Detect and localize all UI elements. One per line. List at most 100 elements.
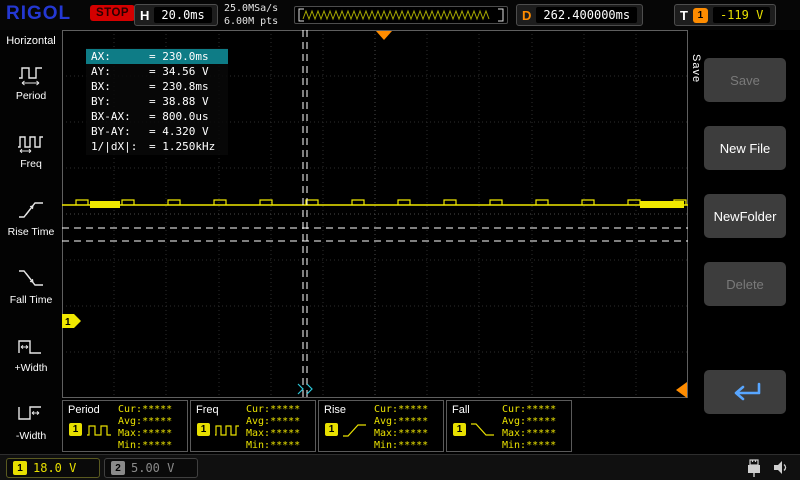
cursor-value: = 1.250kHz	[149, 139, 215, 154]
channel2-badge: 2	[111, 461, 125, 475]
top-status-bar: RIGOL STOP H 20.0ms 25.0MSa/s 6.00M pts …	[0, 0, 800, 30]
cursor-row-inverse-dx: 1/|dX|:= 1.250kHz	[86, 139, 228, 154]
period-glyph-icon	[86, 423, 112, 437]
new-file-button[interactable]: New File	[704, 126, 786, 170]
new-folder-button[interactable]: NewFolder	[704, 194, 786, 238]
run-state-badge[interactable]: STOP	[90, 5, 135, 21]
save-button[interactable]: Save	[704, 58, 786, 102]
softkey-menu: Save Save New File NewFolder Delete	[688, 30, 800, 454]
channel-badge: 1	[325, 423, 338, 436]
channel2-status[interactable]: 2 5.00 V	[104, 458, 198, 478]
menu-item-fall-time[interactable]: Fall Time	[0, 252, 62, 320]
delay-label: D	[522, 8, 531, 23]
channel-badge: 1	[197, 423, 210, 436]
measurement-panel-rise: Rise 1 Cur:***** Avg:***** Max:***** Min…	[318, 400, 444, 452]
channel1-scale: 18.0 V	[33, 461, 76, 475]
measure-cur: Cur:*****	[502, 404, 556, 415]
trigger-source-badge: 1	[693, 8, 708, 23]
minus-width-icon	[16, 402, 46, 426]
freq-glyph-icon	[214, 423, 240, 437]
measure-max: Max:*****	[246, 428, 300, 439]
measure-max: Max:*****	[502, 428, 556, 439]
panel-title: Freq	[196, 404, 219, 416]
channel-badge: 1	[69, 423, 82, 436]
ch1-ground-marker[interactable]: 1	[62, 314, 81, 328]
cursor-row-by: BY:= 38.88 V	[86, 94, 228, 109]
bottom-status-bar: 1 18.0 V 2 5.00 V	[0, 454, 800, 480]
measure-cur: Cur:*****	[246, 404, 300, 415]
fall-glyph-icon	[470, 423, 496, 437]
cursor-row-bx: BX:= 230.8ms	[86, 79, 228, 94]
measure-min: Min:*****	[118, 440, 172, 451]
period-icon	[16, 62, 46, 86]
waveform-preview-strip[interactable]	[294, 6, 508, 24]
measure-cur: Cur:*****	[374, 404, 428, 415]
measure-avg: Avg:*****	[502, 416, 556, 427]
horizontal-ref-marker	[676, 382, 687, 398]
cursor-row-ay: AY:= 34.56 V	[86, 64, 228, 79]
panel-title: Fall	[452, 404, 470, 416]
cursor-row-by-ay: BY-AY:= 4.320 V	[86, 124, 228, 139]
measure-avg: Avg:*****	[374, 416, 428, 427]
measure-menu: Horizontal Period Freq Rise Time	[0, 30, 62, 454]
cursor-measurements-panel: AX:= 230.0ms AY:= 34.56 V BX:= 230.8ms B…	[86, 48, 228, 155]
oscilloscope-screen: RIGOL STOP H 20.0ms 25.0MSa/s 6.00M pts …	[0, 0, 800, 480]
sample-rate: 25.0MSa/s	[224, 2, 278, 15]
panel-title: Rise	[324, 404, 346, 416]
menu-item-freq[interactable]: Freq	[0, 116, 62, 184]
delete-button[interactable]: Delete	[704, 262, 786, 306]
trigger-label: T	[680, 8, 688, 23]
channel-badge: 1	[453, 423, 466, 436]
display-grid: 1 AX:= 230.0ms AY:= 34.56 V BX:= 230.8ms…	[62, 30, 688, 398]
cursor-row-ax: AX:= 230.0ms	[86, 49, 228, 64]
trigger-level-value: -119 V	[713, 7, 770, 23]
cursor-value: = 230.0ms	[149, 49, 209, 64]
cursor-value: = 4.320 V	[149, 124, 209, 139]
horizontal-label: H	[140, 8, 149, 23]
horizontal-scale-value: 20.0ms	[154, 7, 211, 23]
delay-readout[interactable]: D 262.400000ms	[516, 4, 643, 26]
memory-depth: 6.00M pts	[224, 15, 278, 28]
delay-value: 262.400000ms	[536, 7, 637, 23]
usb-icon	[744, 459, 764, 477]
channel1-badge: 1	[13, 461, 27, 475]
measure-min: Min:*****	[246, 440, 300, 451]
measure-min: Min:*****	[374, 440, 428, 451]
freq-icon	[16, 130, 46, 154]
measure-max: Max:*****	[118, 428, 172, 439]
menu-tab-save[interactable]: Save	[690, 54, 702, 83]
horizontal-scale-readout[interactable]: H 20.0ms	[134, 4, 218, 26]
menu-item-rise-time[interactable]: Rise Time	[0, 184, 62, 252]
measure-avg: Avg:*****	[118, 416, 172, 427]
menu-item-period[interactable]: Period	[0, 48, 62, 116]
cursor-value: = 34.56 V	[149, 64, 209, 79]
measurement-panel-fall: Fall 1 Cur:***** Avg:***** Max:***** Min…	[446, 400, 572, 452]
cursor-row-bx-ax: BX-AX:= 800.0us	[86, 109, 228, 124]
trigger-readout[interactable]: T 1 -119 V	[674, 4, 776, 26]
speaker-icon	[772, 459, 790, 476]
svg-text:1: 1	[65, 317, 71, 328]
menu-item-minus-width[interactable]: -Width	[0, 388, 62, 454]
fall-time-icon	[16, 266, 46, 290]
measure-max: Max:*****	[374, 428, 428, 439]
brand-logo: RIGOL	[6, 3, 71, 25]
measurement-panel-freq: Freq 1 Cur:***** Avg:***** Max:***** Min…	[190, 400, 316, 452]
cursor-value: = 38.88 V	[149, 94, 209, 109]
return-button[interactable]	[704, 370, 786, 414]
panel-title: Period	[68, 404, 100, 416]
cursor-value: = 230.8ms	[149, 79, 209, 94]
measurement-panel-period: Period 1 Cur:***** Avg:***** Max:***** M…	[62, 400, 188, 452]
plus-width-icon	[16, 334, 46, 358]
cursor-value: = 800.0us	[149, 109, 209, 124]
measure-min: Min:*****	[502, 440, 556, 451]
measure-cur: Cur:*****	[118, 404, 172, 415]
measure-avg: Avg:*****	[246, 416, 300, 427]
menu-item-plus-width[interactable]: +Width	[0, 320, 62, 388]
channel1-status[interactable]: 1 18.0 V	[6, 458, 100, 478]
acquisition-info: 25.0MSa/s 6.00M pts	[224, 2, 278, 28]
preview-waveform-icon	[295, 7, 507, 23]
cursor-handle[interactable]	[298, 384, 312, 394]
trigger-position-marker[interactable]	[376, 31, 392, 40]
rise-glyph-icon	[342, 423, 368, 437]
return-arrow-icon	[723, 379, 767, 405]
